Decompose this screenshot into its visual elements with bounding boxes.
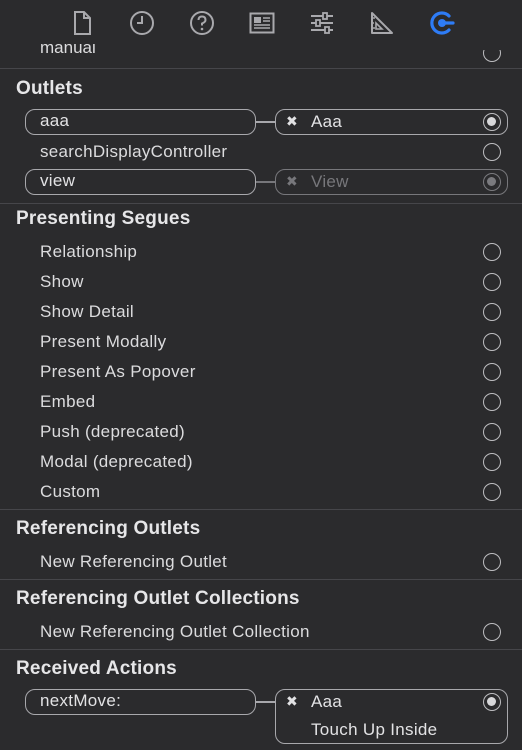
action-connector (256, 701, 275, 703)
outlet-target-label: Aaa (311, 112, 343, 131)
outlet-source-aaa[interactable]: aaa (25, 109, 256, 135)
help-icon[interactable] (187, 8, 217, 38)
segue-circle[interactable] (483, 393, 501, 411)
received-actions-title: Received Actions (16, 658, 177, 679)
segue-circle[interactable] (483, 333, 501, 351)
action-source-nextmove[interactable]: nextMove: (25, 689, 256, 715)
segue-circle[interactable] (483, 483, 501, 501)
connections-icon[interactable] (427, 8, 457, 38)
size-icon[interactable] (367, 8, 397, 38)
outlet-circle-aaa[interactable] (483, 113, 501, 131)
outlet-target-aaa[interactable]: ✖ Aaa (275, 109, 508, 135)
divider (0, 509, 522, 510)
outlet-label: searchDisplayController (40, 142, 228, 161)
segue-item-label: Embed (40, 392, 96, 411)
referencing-outlets-title: Referencing Outlets (16, 518, 201, 539)
segue-circle[interactable] (483, 423, 501, 441)
divider (0, 579, 522, 580)
outlet-target-view[interactable]: ✖ View (275, 169, 508, 195)
segue-item-label: Custom (40, 482, 101, 501)
segue-item-label: Present As Popover (40, 362, 196, 381)
segue-item-label: Modal (deprecated) (40, 452, 193, 471)
divider (0, 68, 522, 69)
segue-circle[interactable] (483, 243, 501, 261)
outlet-target-label: View (311, 172, 349, 191)
segue-item-label: Show Detail (40, 302, 135, 321)
new-referencing-outlet-circle[interactable] (483, 553, 501, 571)
segue-item-label: Push (deprecated) (40, 422, 185, 441)
outlet-circle-view[interactable] (483, 173, 501, 191)
outlet-source-view[interactable]: view (25, 169, 256, 195)
divider (0, 649, 522, 650)
segue-circle[interactable] (483, 453, 501, 471)
action-target[interactable]: ✖ Aaa Touch Up Inside (275, 689, 508, 744)
segue-item-label: Show (40, 272, 84, 291)
presenting-segues-title: Presenting Segues (16, 208, 191, 229)
inspector-toolbar (0, 0, 522, 48)
referencing-outlet-collections-title: Referencing Outlet Collections (16, 588, 300, 609)
segue-item-label: Present Modally (40, 332, 167, 351)
identity-icon[interactable] (247, 8, 277, 38)
new-referencing-outlet-label: New Referencing Outlet (40, 552, 228, 571)
action-circle[interactable] (483, 693, 501, 711)
scrolled-row-label: manual (40, 44, 96, 57)
outlet-circle-searchdisplaycontroller[interactable] (483, 143, 501, 161)
segue-circle[interactable] (483, 273, 501, 291)
segue-circle[interactable] (483, 363, 501, 381)
outlet-connector-aaa (256, 121, 275, 123)
divider (0, 203, 522, 204)
outlet-connector-view (256, 181, 275, 183)
remove-connection-icon[interactable]: ✖ (286, 113, 298, 130)
remove-connection-icon[interactable]: ✖ (286, 693, 298, 710)
outlets-title: Outlets (16, 78, 83, 99)
action-target-label: Aaa (311, 692, 343, 711)
attributes-icon[interactable] (307, 8, 337, 38)
action-event-label: Touch Up Inside (311, 720, 438, 739)
remove-connection-icon[interactable]: ✖ (286, 173, 298, 190)
segue-item-label: Relationship (40, 242, 138, 261)
file-icon[interactable] (67, 8, 97, 38)
history-icon[interactable] (127, 8, 157, 38)
new-referencing-outlet-collection-circle[interactable] (483, 623, 501, 641)
new-referencing-outlet-collection-label: New Referencing Outlet Collection (40, 622, 310, 641)
segue-circle[interactable] (483, 303, 501, 321)
